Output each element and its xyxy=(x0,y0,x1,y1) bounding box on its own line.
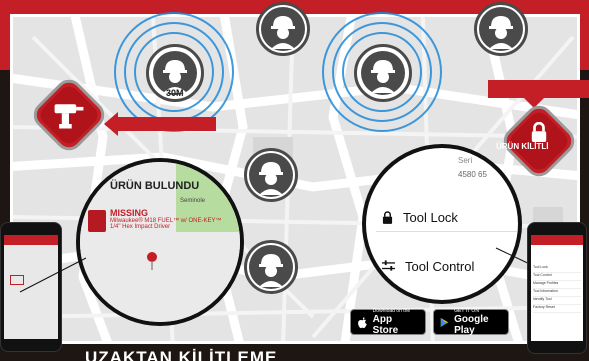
phone-right-screen: Tool Lock Tool Control Manage Profiles T… xyxy=(531,235,583,341)
missing-desc-2: 1/4" Hex Impact Driver xyxy=(110,224,171,230)
bottom-headline: UZAKTAN KİLİTLEME xyxy=(85,348,278,361)
phone-menu: Tool Lock Tool Control Manage Profiles T… xyxy=(531,245,583,313)
found-title: ÜRÜN BULUNDU xyxy=(110,180,200,192)
tool-lock-label: Tool Lock xyxy=(403,210,458,225)
locked-label: ÜRÜN KİLİTLİ xyxy=(496,142,549,151)
lock-icon xyxy=(531,122,547,142)
menu-item[interactable]: Tool Control xyxy=(533,273,581,281)
arrow-head xyxy=(104,112,118,136)
tool-control-row[interactable]: Tool Control xyxy=(376,252,518,280)
serial-label: Seri xyxy=(458,156,473,165)
map-pin-icon xyxy=(147,252,157,270)
worker-avatar-icon[interactable] xyxy=(354,44,412,102)
googleplay-large-text: Google Play xyxy=(454,314,489,336)
drill-icon xyxy=(54,104,84,129)
distance-label: 30M xyxy=(166,88,184,98)
missing-title: MISSING xyxy=(110,208,149,218)
street-label: Seminole xyxy=(180,198,206,204)
google-play-button[interactable]: GET IT ON Google Play xyxy=(433,308,509,336)
menu-item[interactable]: Factory Reset xyxy=(533,305,581,313)
worker-avatar-icon[interactable] xyxy=(244,148,298,202)
tool-thumb-icon xyxy=(88,210,106,232)
padlock-icon xyxy=(382,211,393,224)
menu-item[interactable]: Identify Tool xyxy=(533,297,581,305)
menu-item[interactable]: Tool Information xyxy=(533,289,581,297)
appstore-large-text: App Store xyxy=(372,314,399,336)
missing-info[interactable]: MISSING Milwaukee® M18 FUEL™ w/ ONE-KEY™… xyxy=(88,208,238,230)
play-icon xyxy=(440,317,449,327)
serial-value: 4580 65 xyxy=(458,170,487,179)
worker-avatar-icon[interactable] xyxy=(474,2,528,56)
tool-locked-badge[interactable]: ÜRÜN KİLİTLİ xyxy=(496,99,581,183)
phone-left xyxy=(0,222,62,352)
worker-avatar-icon[interactable] xyxy=(256,2,310,56)
phone-right: Tool Lock Tool Control Manage Profiles T… xyxy=(527,222,587,354)
phone-left-screen xyxy=(4,235,58,339)
promo-screenshot: 30M ÜRÜN KİLİTLİ ÜRÜN BULUNDU Seminole M… xyxy=(0,0,589,361)
arrow-left-icon xyxy=(116,117,216,131)
app-store-button[interactable]: Download on the App Store xyxy=(350,308,426,336)
tool-lock-row[interactable]: Tool Lock xyxy=(376,204,518,232)
sliders-icon xyxy=(382,260,395,271)
control-magnifier: Seri 4580 65 Tool Lock Tool Control xyxy=(362,144,522,304)
worker-avatar-icon[interactable] xyxy=(244,240,298,294)
tool-drill-badge[interactable] xyxy=(27,73,111,157)
menu-item[interactable]: Manage Profiles xyxy=(533,281,581,289)
found-magnifier: ÜRÜN BULUNDU Seminole MISSING Milwaukee®… xyxy=(76,158,244,326)
menu-item[interactable]: Tool Lock xyxy=(533,265,581,273)
tool-control-label: Tool Control xyxy=(405,258,475,274)
apple-icon xyxy=(358,316,367,328)
